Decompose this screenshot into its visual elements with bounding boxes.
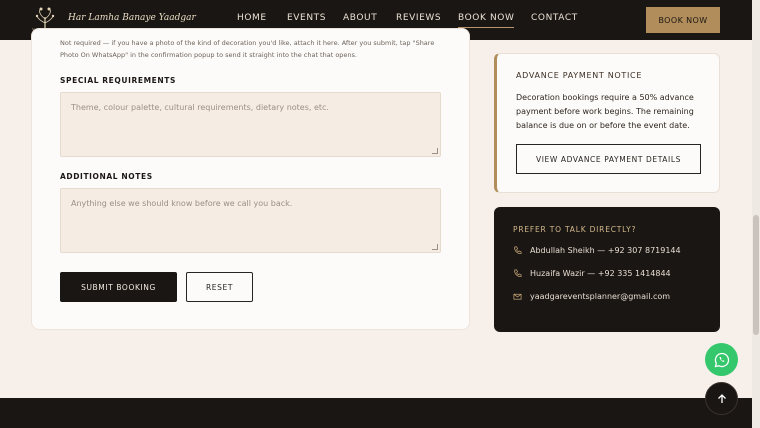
resize-handle-icon[interactable] xyxy=(432,148,438,154)
view-advance-payment-button[interactable]: VIEW ADVANCE PAYMENT DETAILS xyxy=(516,144,701,174)
nav-reviews[interactable]: REVIEWS xyxy=(396,13,441,23)
special-requirements-textarea[interactable]: Theme, colour palette, cultural requirem… xyxy=(60,92,441,157)
nav-about[interactable]: ABOUT xyxy=(343,13,377,23)
header-book-now-button[interactable]: BOOK NOW xyxy=(646,7,720,33)
contact-email[interactable]: yaadgareventsplanner@gmail.com xyxy=(513,292,670,301)
nav-book-now[interactable]: BOOK NOW xyxy=(458,13,515,28)
arrow-up-icon xyxy=(717,393,726,403)
footer xyxy=(0,398,760,428)
contact-phone-2-text: Huzaifa Wazir — +92 335 1414844 xyxy=(530,269,671,278)
additional-notes-placeholder: Anything else we should know before we c… xyxy=(71,199,293,208)
notice-title: ADVANCE PAYMENT NOTICE xyxy=(516,71,643,80)
contact-title: PREFER TO TALK DIRECTLY? xyxy=(513,225,637,234)
scrollbar-thumb[interactable] xyxy=(753,215,759,335)
contact-phone-1[interactable]: Abdullah Sheikh — +92 307 8719144 xyxy=(513,246,681,255)
photo-note-text: Not required — if you have a photo of th… xyxy=(60,39,435,59)
resize-handle-icon[interactable] xyxy=(432,244,438,250)
whatsapp-icon xyxy=(714,352,729,367)
reset-button[interactable]: RESET xyxy=(186,272,253,302)
mail-icon xyxy=(513,293,522,300)
brand-tagline: Har Lamha Banaye Yaadgar xyxy=(68,13,196,23)
notice-body: Decoration bookings require a 50% advanc… xyxy=(516,93,694,130)
phone-icon xyxy=(514,246,522,255)
special-requirements-placeholder: Theme, colour palette, cultural requirem… xyxy=(71,103,329,112)
scrollbar[interactable] xyxy=(752,0,760,428)
nav-home[interactable]: HOME xyxy=(237,13,267,23)
phone-icon xyxy=(514,269,522,278)
whatsapp-button[interactable] xyxy=(705,343,738,376)
additional-notes-label: ADDITIONAL NOTES xyxy=(60,172,153,181)
nav-events[interactable]: EVENTS xyxy=(287,13,326,23)
contact-phone-1-text: Abdullah Sheikh — +92 307 8719144 xyxy=(530,246,681,255)
nav-contact[interactable]: CONTACT xyxy=(531,13,578,23)
submit-booking-button[interactable]: SUBMIT BOOKING xyxy=(60,272,177,302)
additional-notes-textarea[interactable]: Anything else we should know before we c… xyxy=(60,188,441,253)
contact-email-text: yaadgareventsplanner@gmail.com xyxy=(530,292,671,301)
contact-phone-2[interactable]: Huzaifa Wazir — +92 335 1414844 xyxy=(513,269,671,278)
back-to-top-button[interactable] xyxy=(705,382,738,415)
special-requirements-label: SPECIAL REQUIREMENTS xyxy=(60,76,176,85)
